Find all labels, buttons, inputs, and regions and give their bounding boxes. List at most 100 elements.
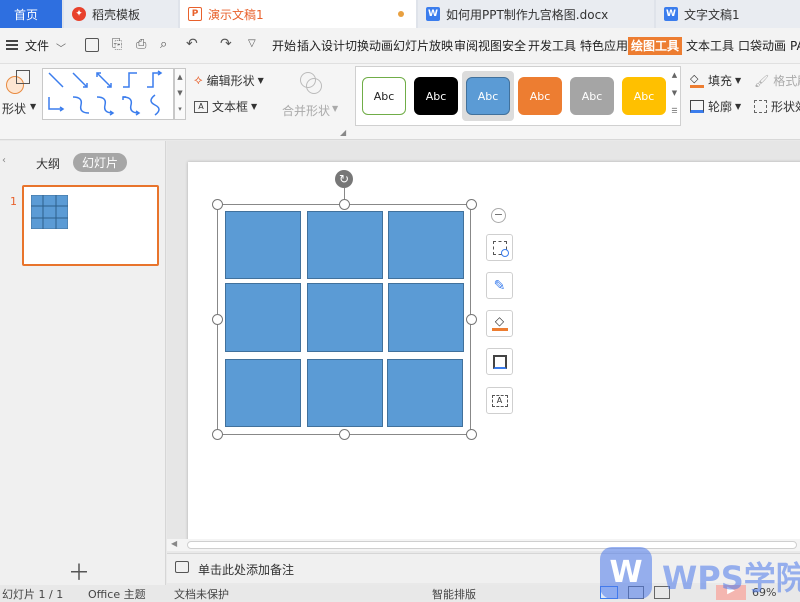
unsaved-dot-icon	[398, 11, 404, 17]
grid-cell[interactable]	[225, 359, 301, 427]
menu-text-tools[interactable]: 文本工具	[686, 37, 734, 55]
group-expand-icon[interactable]: ◢	[340, 128, 346, 137]
preview-icon[interactable]: ⌕	[160, 37, 167, 52]
line-shape-gallery[interactable]	[42, 68, 174, 120]
save-icon[interactable]	[85, 38, 99, 52]
shape-style-gallery: Abc Abc Abc Abc Abc Abc	[355, 66, 681, 126]
style-sample-label: Abc	[633, 89, 655, 103]
pen-style-button[interactable]: ✎	[486, 272, 513, 299]
menu-start[interactable]: 开始	[272, 37, 296, 55]
resize-handle-se[interactable]	[466, 429, 477, 440]
notes-icon	[175, 561, 189, 573]
resize-handle-e[interactable]	[466, 314, 477, 325]
rotate-handle-icon[interactable]: ↻	[335, 170, 353, 188]
menu-pocket-animation[interactable]: 口袋动画	[738, 37, 786, 55]
resize-handle-s[interactable]	[339, 429, 350, 440]
textbox-button[interactable]: A 文本框 ▼	[194, 98, 257, 115]
print-icon[interactable]: ⎙	[136, 37, 146, 52]
tab-bar: 首页 ✦ 稻壳模板 P 演示文稿1 W 如何用PPT制作九宫格图.docx W …	[0, 0, 800, 28]
fill-button[interactable]: ◇ 填充 ▼	[690, 72, 741, 89]
merge-shape-button[interactable]: 合并形状 ▼	[282, 68, 346, 120]
menu-design[interactable]: 设计	[321, 37, 345, 55]
menu-insert[interactable]: 插入	[297, 37, 321, 55]
menu-developer[interactable]: 开发工具	[528, 37, 576, 55]
thumbnail-grid-svg	[31, 195, 68, 229]
menu-animation[interactable]: 动画	[369, 37, 393, 55]
collapse-panel-icon[interactable]: ‹	[2, 155, 6, 166]
resize-handle-w[interactable]	[212, 314, 223, 325]
resize-handle-sw[interactable]	[212, 429, 223, 440]
fill-tool-button[interactable]: ◇	[486, 310, 513, 337]
chevron-down-icon: ▼	[257, 76, 264, 85]
menu-view[interactable]: 视图	[478, 37, 502, 55]
docer-icon: ✦	[72, 7, 86, 21]
edit-shape-label: 编辑形状	[206, 74, 255, 88]
shape-button[interactable]: 形状 ▼	[2, 68, 38, 120]
tab-textdoc[interactable]: W 文字文稿1	[656, 0, 800, 28]
tab-home[interactable]: 首页	[0, 0, 62, 28]
file-menu[interactable]: 文件	[25, 37, 49, 55]
grid-cell[interactable]	[307, 211, 383, 279]
tab-presentation[interactable]: P 演示文稿1	[180, 0, 416, 28]
undo-icon[interactable]: ↶	[186, 36, 198, 52]
slides-tab[interactable]: 幻灯片	[73, 153, 128, 172]
grid-cell[interactable]	[388, 283, 464, 352]
chevron-down-icon: ▼	[735, 102, 742, 111]
quick-access-dropdown-icon[interactable]: ▽	[248, 38, 256, 49]
menu-slideshow[interactable]: 幻灯片放映	[393, 37, 453, 55]
wps-logo-icon: W	[600, 547, 652, 599]
style-sample-2[interactable]: Abc	[414, 77, 458, 115]
grid-cell[interactable]	[307, 359, 383, 427]
edit-shape-icon: ⟡	[194, 73, 203, 88]
gallery-scroll[interactable]: ▲ ▼ ▾	[174, 68, 186, 120]
resize-handle-ne[interactable]	[466, 199, 477, 210]
outline-button[interactable]: 轮廓 ▼	[690, 98, 741, 115]
slide-editing-area: ↻ − ✎ ◇ A ◀	[167, 141, 800, 551]
pen-icon: ✎	[493, 277, 506, 294]
grid-cell[interactable]	[307, 283, 383, 352]
chevron-down-icon: ▼	[735, 76, 742, 85]
menu-transition[interactable]: 切换	[345, 37, 369, 55]
grid-cell[interactable]	[387, 359, 463, 427]
outline-tab[interactable]: 大纲	[36, 155, 60, 172]
tab-docer[interactable]: ✦ 稻壳模板	[64, 0, 178, 28]
shape-label: 形状	[2, 102, 27, 116]
style-sample-3[interactable]: Abc	[466, 77, 510, 115]
resize-handle-nw[interactable]	[212, 199, 223, 210]
shape-effect-label: 形状效	[771, 100, 800, 114]
chevron-down-icon: ▼	[30, 102, 37, 111]
edit-shape-button[interactable]: ⟡ 编辑形状 ▼	[194, 72, 264, 89]
style-sample-6[interactable]: Abc	[622, 77, 666, 115]
slide-thumbnail[interactable]	[22, 185, 159, 266]
export-icon[interactable]: ⎘	[112, 37, 122, 52]
style-sample-5[interactable]: Abc	[570, 77, 614, 115]
grid-cell[interactable]	[388, 211, 464, 279]
redo-icon[interactable]: ↷	[220, 36, 232, 52]
slide-canvas[interactable]: ↻ − ✎ ◇ A	[188, 162, 800, 542]
tab-docx[interactable]: W 如何用PPT制作九宫格图.docx	[418, 0, 654, 28]
chevron-down-icon[interactable]: ﹀	[56, 40, 66, 55]
menu-review[interactable]: 审阅	[454, 37, 478, 55]
add-slide-icon[interactable]: ＋	[68, 555, 90, 587]
menu-pa[interactable]: PA	[790, 37, 800, 55]
style-sample-4[interactable]: Abc	[518, 77, 562, 115]
style-sample-label: Abc	[425, 89, 447, 103]
resize-handle-n[interactable]	[339, 199, 350, 210]
grid-cell[interactable]	[225, 283, 301, 352]
collapse-toolbar-icon[interactable]: −	[491, 208, 506, 223]
scroll-left-icon[interactable]: ◀	[171, 539, 177, 548]
shape-options-button[interactable]	[486, 234, 513, 261]
grid-cell[interactable]	[225, 211, 301, 279]
format-brush-button[interactable]: 🖌 格式刷	[754, 72, 800, 89]
menu-security[interactable]: 安全	[502, 37, 526, 55]
outline-tool-button[interactable]	[486, 348, 513, 375]
shape-effect-button[interactable]: 形状效	[754, 98, 800, 115]
menu-drawing-tools[interactable]: 绘图工具	[628, 37, 683, 55]
outline-icon	[492, 354, 507, 369]
style-sample-1[interactable]: Abc	[362, 77, 406, 115]
tab-presentation-label: 演示文稿1	[208, 7, 264, 22]
menu-features[interactable]: 特色应用	[580, 37, 628, 55]
style-gallery-scroll[interactable]: ▲ ▼ ☰	[668, 66, 681, 126]
text-tool-button[interactable]: A	[486, 387, 513, 414]
hamburger-icon[interactable]	[6, 40, 18, 50]
